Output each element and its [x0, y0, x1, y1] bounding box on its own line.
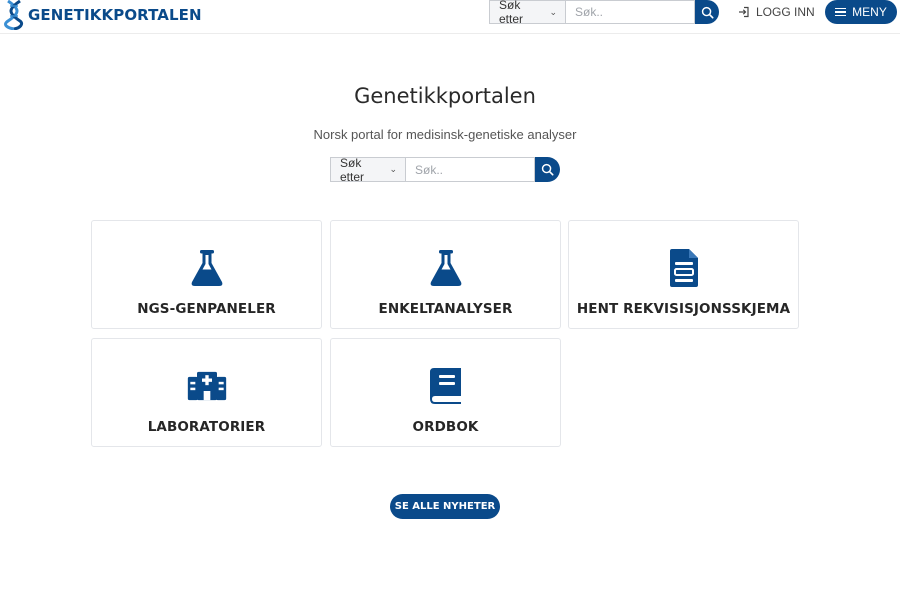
card-ngs-genpaneler[interactable]: NGS-GENPANELER — [91, 220, 322, 329]
main-search-type-label: Søk etter — [340, 155, 365, 184]
card-label: ORDBOK — [412, 419, 479, 435]
document-icon — [664, 248, 704, 288]
card-label: NGS-GENPANELER — [137, 301, 276, 317]
book-icon — [426, 366, 466, 406]
card-ordbok[interactable]: ORDBOK — [330, 338, 561, 447]
login-link[interactable]: LOGG INN — [738, 3, 815, 21]
main-search-input[interactable] — [405, 157, 535, 182]
site-logo[interactable]: GENETIKKPORTALEN — [4, 0, 202, 30]
page-title: Genetikkportalen — [354, 84, 536, 108]
header-search-input[interactable] — [565, 0, 695, 24]
login-label: LOGG INN — [756, 5, 815, 19]
main-search-button[interactable] — [535, 157, 560, 182]
card-label: LABORATORIER — [147, 419, 266, 435]
search-icon — [541, 163, 554, 176]
see-all-news-button[interactable]: SE ALLE NYHETER — [390, 494, 500, 519]
login-icon — [739, 6, 749, 18]
flask-icon — [426, 248, 466, 288]
dna-icon — [4, 0, 24, 30]
hamburger-icon — [835, 6, 847, 19]
header-search: Søk etter ⌄ — [489, 0, 719, 26]
chevron-down-icon: ⌄ — [549, 6, 557, 17]
card-enkeltanalyser[interactable]: ENKELTANALYSER — [330, 220, 561, 329]
menu-label: MENY — [852, 5, 887, 19]
hospital-icon — [187, 366, 227, 406]
header-search-type-label: Søk etter — [499, 0, 524, 26]
header-search-button[interactable] — [695, 0, 719, 24]
header-search-type-select[interactable]: Søk etter ⌄ — [489, 0, 565, 26]
main-search-type-select[interactable]: Søk etter ⌄ — [330, 155, 405, 184]
menu-button[interactable]: MENY — [825, 0, 897, 24]
card-label: ENKELTANALYSER — [378, 301, 513, 317]
flask-icon — [187, 248, 227, 288]
page-subtitle: Norsk portal for medisinsk-genetiske ana… — [313, 127, 577, 142]
search-icon — [701, 6, 714, 19]
chevron-down-icon: ⌄ — [389, 164, 397, 174]
card-hent-rekvisisjonsskjema[interactable]: HENT REKVISISJONSSKJEMA — [568, 220, 799, 329]
main-search: Søk etter ⌄ — [330, 155, 560, 184]
top-header: GENETIKKPORTALEN Søk etter ⌄ LOGG INN ME… — [0, 0, 900, 34]
card-label: HENT REKVISISJONSSKJEMA — [576, 301, 791, 317]
logo-text: GENETIKKPORTALEN — [28, 6, 202, 24]
card-laboratorier[interactable]: LABORATORIER — [91, 338, 322, 447]
